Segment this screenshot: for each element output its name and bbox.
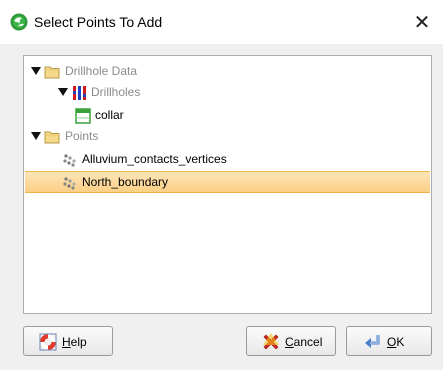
expand-arrow-icon[interactable] xyxy=(31,131,41,141)
tree-node-label: Drillholes xyxy=(91,85,141,99)
enter-arrow-icon xyxy=(365,335,380,348)
red-x-icon xyxy=(263,333,279,350)
tree-node-label: Points xyxy=(65,129,99,143)
cancel-button-label: Cancel xyxy=(285,335,323,349)
help-button-label: Help xyxy=(62,335,87,349)
points-icon xyxy=(63,177,76,190)
folder-icon xyxy=(44,131,60,144)
tree-node-points[interactable]: Points xyxy=(25,126,430,148)
tree-node-drillholes[interactable]: Drillholes xyxy=(25,82,430,104)
cancel-button[interactable]: Cancel xyxy=(246,326,336,356)
table-icon xyxy=(75,108,91,124)
tree-node-collar[interactable]: collar xyxy=(25,105,430,127)
tree-node-label: North_boundary xyxy=(82,175,169,189)
window-title: Select Points To Add xyxy=(34,14,163,30)
close-button[interactable]: ✕ xyxy=(409,9,435,35)
help-button[interactable]: Help xyxy=(23,326,113,356)
tree-node-label: collar xyxy=(95,108,124,122)
title-bar: Select Points To Add ✕ xyxy=(0,0,443,44)
tree-node-label: Drillhole Data xyxy=(65,64,138,78)
expand-arrow-icon[interactable] xyxy=(58,87,68,97)
tree-node-north-boundary[interactable]: North_boundary xyxy=(25,171,430,193)
object-tree[interactable]: Drillhole Data Drillholes collar Points … xyxy=(23,55,432,314)
tree-node-drillhole-data[interactable]: Drillhole Data xyxy=(25,61,430,83)
tree-node-alluvium-contacts-vertices[interactable]: Alluvium_contacts_vertices xyxy=(25,149,430,171)
close-icon: ✕ xyxy=(413,10,431,34)
ok-button[interactable]: OK xyxy=(346,326,432,356)
expand-arrow-icon[interactable] xyxy=(31,66,41,76)
points-icon xyxy=(63,154,76,167)
ok-button-label: OK xyxy=(387,335,405,349)
lifebuoy-icon xyxy=(39,333,57,351)
app-logo-icon xyxy=(10,13,28,31)
drillholes-icon xyxy=(73,86,86,100)
folder-icon xyxy=(44,66,60,79)
tree-node-label: Alluvium_contacts_vertices xyxy=(82,152,227,166)
select-points-dialog: Select Points To Add ✕ Drillhole Data Dr… xyxy=(0,0,443,370)
